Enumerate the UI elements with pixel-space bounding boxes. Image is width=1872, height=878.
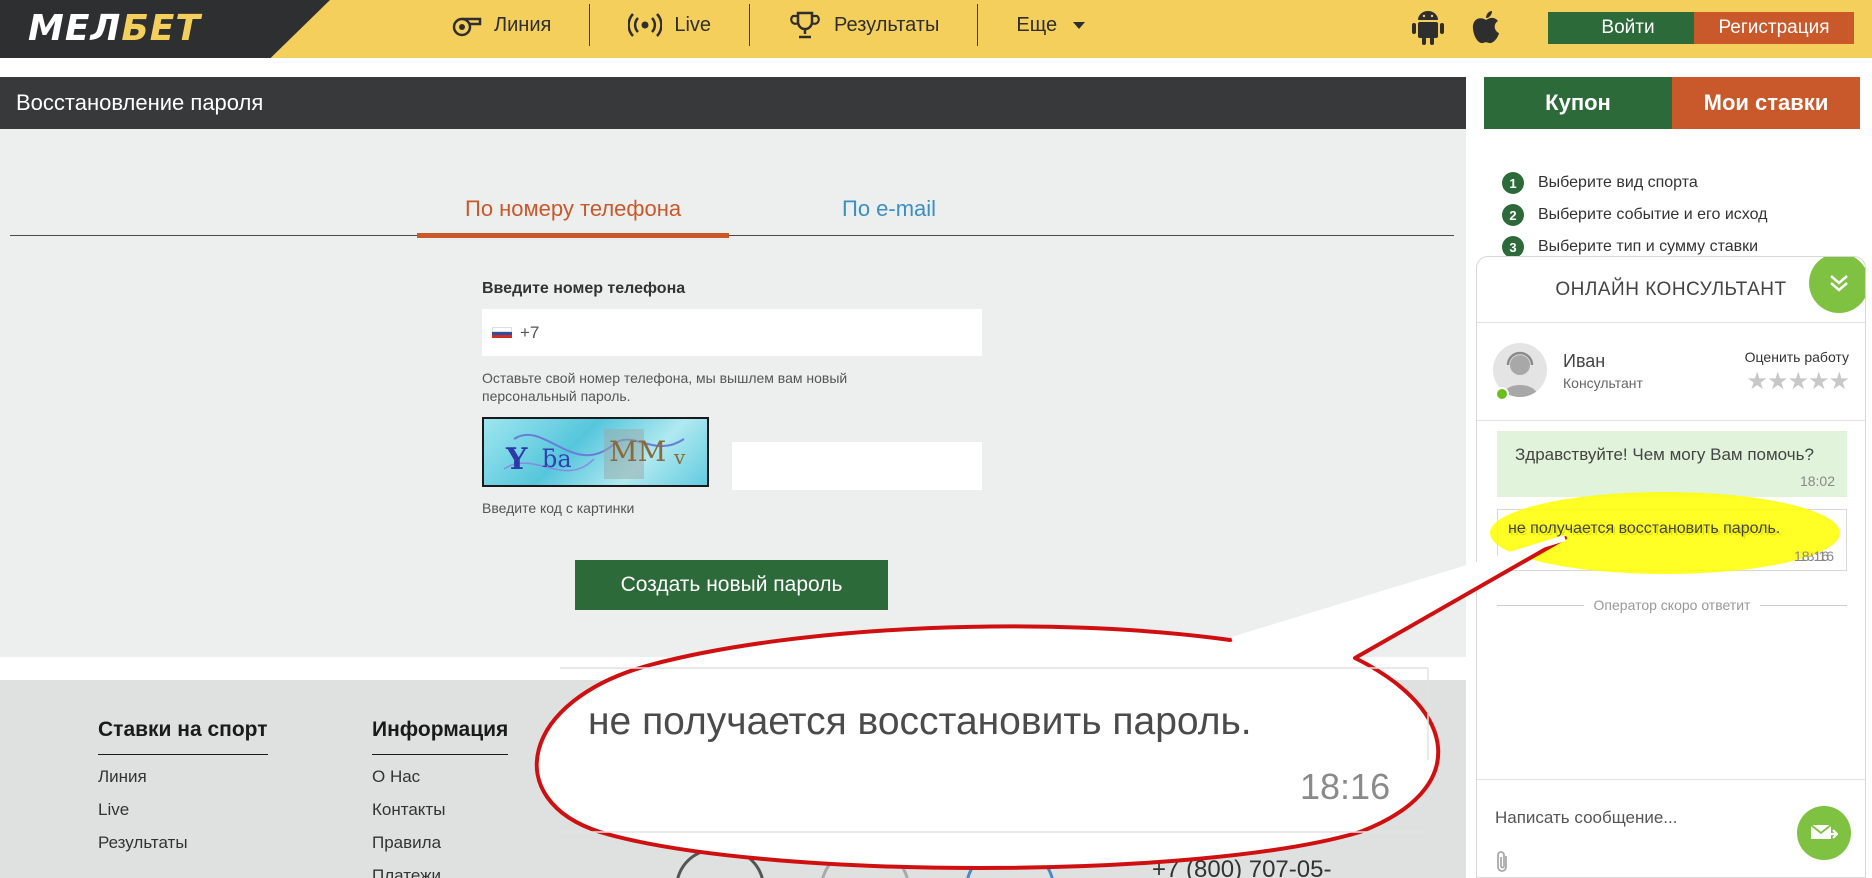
- whistle-icon: [452, 17, 482, 37]
- nav-label-live: Live: [674, 13, 712, 36]
- chat-message-operator: Здравствуйте! Чем могу Вам помочь? 18:02: [1497, 431, 1847, 497]
- svg-text:MM: MM: [609, 435, 666, 468]
- svg-text:Y: Y: [505, 442, 528, 477]
- double-chevron-down-icon: [1830, 275, 1848, 292]
- trophy-icon: [790, 11, 820, 39]
- tab-by-email[interactable]: По e-mail: [842, 196, 936, 222]
- chat-status-text: Оператор скоро ответит: [1593, 597, 1751, 613]
- russia-flag-icon[interactable]: [492, 326, 512, 339]
- tab-coupon[interactable]: Купон: [1484, 77, 1672, 129]
- captcha-hint: Введите код с картинки: [482, 500, 635, 516]
- agent-info: Иван Консультант Оценить работу ★★★★★: [1477, 323, 1865, 421]
- list-item: 2 Выберите событие и его исход: [1502, 199, 1767, 231]
- nav-item-more[interactable]: Еще: [978, 4, 1123, 46]
- active-tab-indicator: [417, 233, 729, 238]
- coupon-steps: 1 Выберите вид спорта 2 Выберите событие и…: [1502, 167, 1767, 263]
- step-number: 1: [1502, 172, 1524, 194]
- footer-phone[interactable]: +7 (800) 707-05-: [1152, 856, 1331, 878]
- send-button[interactable]: [1797, 806, 1851, 860]
- footer-link-contacts[interactable]: Контакты: [372, 800, 508, 833]
- phone-prefix: +7: [520, 322, 540, 342]
- paperclip-icon[interactable]: [1495, 850, 1511, 874]
- federation-logo-icon: [675, 848, 765, 878]
- chat-collapse-button[interactable]: [1809, 257, 1865, 313]
- chat-input-area: Написать сообщение...: [1477, 779, 1865, 877]
- step-text: Выберите вид спорта: [1538, 174, 1698, 191]
- step-text: Выберите тип и сумму ставки: [1538, 238, 1759, 255]
- chevron-down-icon: [1073, 21, 1086, 29]
- footer-link-line[interactable]: Линия: [98, 767, 268, 800]
- nav-label-more: Еще: [1016, 13, 1058, 36]
- partner-logo-icon: [820, 848, 910, 878]
- nav-item-results[interactable]: Результаты: [750, 4, 979, 46]
- callout-message-text: не получается восстановить пароль.: [588, 700, 1252, 743]
- phone-hint: Оставьте свой номер телефона, мы вышлем …: [482, 370, 848, 404]
- apple-icon[interactable]: [1468, 8, 1504, 46]
- highlighted-message-text: не получается восстановить пароль.: [1508, 520, 1781, 537]
- nav-label-results: Результаты: [834, 13, 940, 36]
- footer-link-results[interactable]: Результаты: [98, 833, 268, 866]
- list-item: 1 Выберите вид спорта: [1502, 167, 1767, 199]
- nav-label-line: Линия: [494, 13, 552, 36]
- highlighted-message-time: 18:16: [1794, 548, 1830, 564]
- send-mail-icon: [1810, 824, 1838, 839]
- step-number: 3: [1502, 236, 1524, 258]
- main-nav: Линия Live Результаты Еще: [410, 0, 1123, 50]
- message-text: Здравствуйте! Чем могу Вам помочь?: [1515, 445, 1814, 464]
- footer-column-title: Информация: [372, 718, 509, 755]
- callout-message-time: 18:16: [1300, 766, 1391, 807]
- footer-link-live[interactable]: Live: [98, 800, 268, 833]
- agent-role: Консультант: [1563, 375, 1643, 391]
- captcha-input[interactable]: [732, 442, 982, 490]
- footer-column-title: Ставки на спорт: [98, 718, 268, 755]
- svg-text:v: v: [673, 445, 686, 469]
- tab-my-bets[interactable]: Мои ставки: [1672, 77, 1860, 129]
- footer-link-rules[interactable]: Правила: [372, 833, 508, 866]
- step-number: 2: [1502, 204, 1524, 226]
- chat-status: Оператор скоро ответит: [1497, 597, 1847, 613]
- top-header: МЕЛБЕТ Линия Live Результаты Еще Войти Р…: [0, 0, 1872, 58]
- chat-message-input[interactable]: Написать сообщение...: [1495, 808, 1677, 828]
- rating-stars[interactable]: ★★★★★: [1746, 367, 1850, 396]
- captcha-image: Y ƃa MM v: [482, 417, 709, 487]
- message-time: 18:02: [1799, 473, 1835, 489]
- agent-name: Иван: [1563, 351, 1606, 371]
- page-title: Восстановление пароля: [0, 77, 1466, 129]
- android-icon[interactable]: [1410, 8, 1446, 46]
- broadcast-icon: [628, 13, 663, 37]
- footer-link-payments[interactable]: Платежи: [372, 866, 508, 878]
- footer-column-sports: Ставки на спорт Линия Live Результаты: [98, 718, 268, 866]
- chat-header: ОНЛАЙН КОНСУЛЬТАНТ: [1477, 257, 1865, 323]
- app-downloads: [1410, 8, 1504, 46]
- logo-container[interactable]: МЕЛБЕТ: [0, 0, 330, 58]
- step-text: Выберите событие и его исход: [1538, 206, 1768, 223]
- footer-link-about[interactable]: О Нас: [372, 767, 508, 800]
- login-button[interactable]: Войти: [1548, 12, 1708, 44]
- partner-logo-icon: [965, 848, 1055, 878]
- nav-item-live[interactable]: Live: [590, 4, 751, 46]
- register-button[interactable]: Регистрация: [1694, 12, 1854, 44]
- phone-input[interactable]: +7: [482, 309, 982, 356]
- online-status-icon: [1495, 387, 1509, 401]
- logo[interactable]: МЕЛБЕТ: [28, 8, 201, 49]
- phone-label: Введите номер телефона: [482, 280, 686, 297]
- rate-label: Оценить работу: [1744, 349, 1849, 365]
- tabs-divider: [10, 235, 1454, 236]
- svg-text:ƃa: ƃa: [542, 445, 572, 473]
- nav-item-line[interactable]: Линия: [410, 4, 591, 46]
- tab-by-phone[interactable]: По номеру телефона: [465, 196, 681, 222]
- create-password-button[interactable]: Создать новый пароль: [575, 560, 888, 610]
- footer-column-info: Информация О Нас Контакты Правила Платеж…: [372, 718, 509, 878]
- footer-logos: [675, 848, 1055, 878]
